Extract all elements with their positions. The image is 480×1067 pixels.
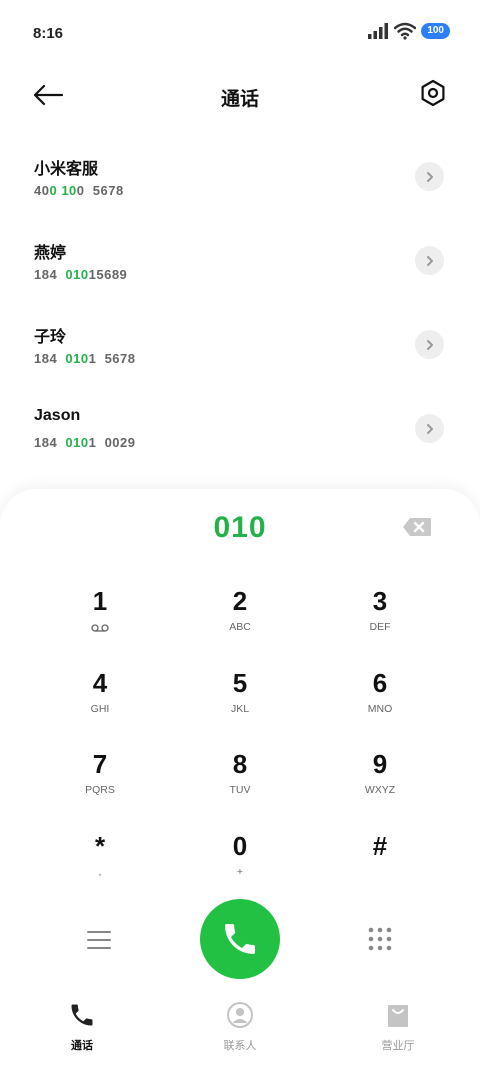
key-hash[interactable]: # <box>320 830 440 902</box>
status-time: 8:16 <box>33 25 64 42</box>
contact-results-list: 小米客服 400 100 5678 燕婷 184 01015689 子玲 184… <box>0 140 480 476</box>
details-button[interactable] <box>415 330 444 359</box>
dialpad-panel: 010 1 2 ABC 3 DEF 4 GHI 5 JKL 6 MNO 7 PQ… <box>0 489 480 1067</box>
hide-keypad-button[interactable] <box>367 926 393 952</box>
phone-icon <box>225 924 255 954</box>
header: 通话 <box>0 70 480 120</box>
key-6[interactable]: 6 MNO <box>320 667 440 739</box>
key-digit: # <box>372 831 388 861</box>
page-title: 通话 <box>220 89 259 110</box>
details-button[interactable] <box>415 414 444 443</box>
dialpad-grid-icon <box>368 927 392 951</box>
key-letters: TUV <box>229 784 251 796</box>
key-digit: 8 <box>232 749 248 779</box>
settings-button[interactable] <box>418 78 448 108</box>
number-segment: 1 5678 <box>88 351 136 366</box>
key-0[interactable]: 0 + <box>180 830 300 902</box>
details-button[interactable] <box>415 162 444 191</box>
key-digit: 9 <box>372 749 388 779</box>
key-letters: PQRS <box>85 784 115 796</box>
key-letters: + <box>236 866 244 878</box>
key-letters: MNO <box>367 703 393 715</box>
backspace-icon <box>403 518 431 536</box>
chevron-right-icon <box>426 339 433 350</box>
battery-badge: 100 <box>421 23 450 39</box>
tab-label: 通话 <box>71 1040 93 1052</box>
result-number: 184 0101 5678 <box>34 351 136 366</box>
key-letters: , <box>98 866 102 878</box>
number-segment: 15689 <box>88 267 128 282</box>
menu-icon <box>87 931 111 949</box>
result-row[interactable]: Jason 184 0101 0029 <box>0 392 480 476</box>
key-4[interactable]: 4 GHI <box>40 667 160 739</box>
number-match-highlight: 010 <box>65 267 89 282</box>
wifi-icon <box>394 22 417 40</box>
key-letters <box>40 619 160 637</box>
result-row[interactable]: 燕婷 184 01015689 <box>0 224 480 308</box>
store-icon <box>388 1005 408 1027</box>
key-letters: ABC <box>229 621 251 633</box>
number-segment: 1 0029 <box>88 435 136 450</box>
key-digit: 3 <box>372 586 388 616</box>
number-segment: 40 <box>34 183 50 198</box>
result-number: 184 0101 0029 <box>34 435 136 450</box>
tab-store[interactable]: 营业厅 <box>348 1001 448 1053</box>
tab-label: 联系人 <box>223 1040 257 1052</box>
gear-icon <box>421 79 445 107</box>
result-name: Jason <box>34 407 81 424</box>
chevron-right-icon <box>426 171 433 182</box>
signal-icon <box>368 23 389 39</box>
tab-label: 营业厅 <box>381 1040 415 1052</box>
result-number: 184 01015689 <box>34 267 127 282</box>
phone-icon <box>71 1004 93 1026</box>
tab-calls[interactable]: 通话 <box>32 1001 132 1053</box>
key-digit: 6 <box>372 668 388 698</box>
key-digit: 4 <box>92 668 108 698</box>
key-1[interactable]: 1 <box>40 585 160 657</box>
tab-contacts[interactable]: 联系人 <box>190 1001 290 1053</box>
result-name: 燕婷 <box>34 245 67 262</box>
result-number: 400 100 5678 <box>34 183 124 198</box>
chevron-right-icon <box>426 423 433 434</box>
key-digit: 2 <box>232 586 248 616</box>
status-bar: 8:16 100 <box>0 0 480 66</box>
details-button[interactable] <box>415 246 444 275</box>
number-match-highlight: 010 <box>65 435 89 450</box>
key-letters: GHI <box>90 703 110 715</box>
number-match-highlight: 10 <box>61 183 77 198</box>
result-row[interactable]: 小米客服 400 100 5678 <box>0 140 480 224</box>
menu-button[interactable] <box>86 929 112 951</box>
key-digit: 5 <box>232 668 248 698</box>
key-letters: JKL <box>230 703 250 715</box>
number-segment: 184 <box>34 435 66 450</box>
number-match-highlight: 010 <box>65 351 89 366</box>
call-button[interactable] <box>200 899 280 979</box>
key-3[interactable]: 3 DEF <box>320 585 440 657</box>
key-letters: DEF <box>369 621 391 633</box>
key-5[interactable]: 5 JKL <box>180 667 300 739</box>
voicemail-icon <box>91 624 109 632</box>
contacts-icon <box>227 1002 253 1028</box>
chevron-right-icon <box>426 255 433 266</box>
result-name: 小米客服 <box>34 161 99 178</box>
key-letters: WXYZ <box>364 784 396 796</box>
status-icons: 100 <box>367 22 450 40</box>
result-name: 子玲 <box>34 329 67 346</box>
number-segment: 184 <box>34 351 66 366</box>
key-2[interactable]: 2 ABC <box>180 585 300 657</box>
number-segment: 184 <box>34 267 66 282</box>
key-digit: 1 <box>92 586 108 616</box>
key-digit: 7 <box>92 749 108 779</box>
number-segment: 0 5678 <box>76 183 124 198</box>
key-digit: * <box>94 831 106 861</box>
key-7[interactable]: 7 PQRS <box>40 748 160 820</box>
backspace-button[interactable] <box>402 517 432 537</box>
key-star[interactable]: * , <box>40 830 160 902</box>
dialpad-actions <box>0 899 480 979</box>
key-digit: 0 <box>232 831 248 861</box>
key-8[interactable]: 8 TUV <box>180 748 300 820</box>
key-9[interactable]: 9 WXYZ <box>320 748 440 820</box>
result-row[interactable]: 子玲 184 0101 5678 <box>0 308 480 392</box>
bottom-tab-bar: 通话 联系人 营业厅 <box>0 995 480 1067</box>
